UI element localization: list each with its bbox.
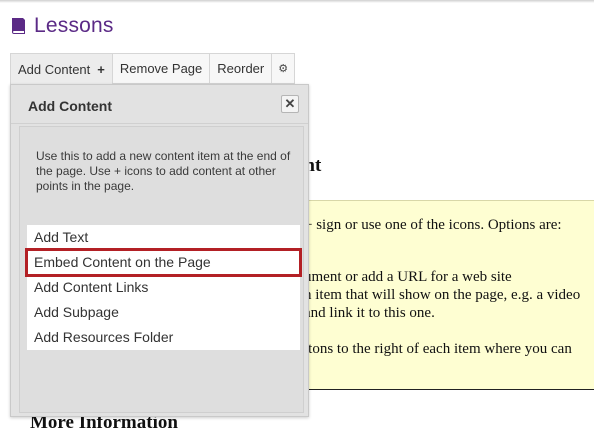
menu-item-add-content-links[interactable]: Add Content Links [27,275,300,300]
menu-item-add-text[interactable]: Add Text [27,225,300,250]
page-title: Lessons [34,14,114,37]
instructions-line: ument or add a URL for a web site [304,269,512,285]
instructions-line: and link it to this one. [304,305,435,321]
instructions-box: + sign or use one of the icons. Options … [280,200,594,390]
dialog-description: Use this to add a new content item at th… [36,149,291,193]
reorder-button[interactable]: Reorder [209,53,272,84]
lessons-toolbar: Add Content + Remove Page Reorder ⚙ [10,53,296,84]
book-icon [12,18,25,34]
plus-icon: + [97,61,105,77]
add-content-dialog: Add Content ✕ Use this to add a new cont… [10,84,309,417]
add-content-menu: Add Text Embed Content on the Page Add C… [25,225,302,350]
instructions-line: ttons to the right of each item where yo… [304,341,572,357]
close-button[interactable]: ✕ [281,95,299,113]
close-icon: ✕ [284,96,296,111]
dialog-title: Add Content [28,98,112,114]
add-content-label: Add Content [18,61,91,77]
add-content-button[interactable]: Add Content + [10,53,112,84]
settings-button[interactable]: ⚙ [271,53,296,84]
gear-icon: ⚙ [278,63,289,75]
menu-item-embed-content[interactable]: Embed Content on the Page [25,248,302,277]
dialog-divider [11,123,308,124]
instructions-line: + sign or use one of the icons. Options … [304,217,562,233]
menu-item-add-subpage[interactable]: Add Subpage [27,300,300,325]
page-header: Lessons [10,12,114,40]
instructions-line: n item that will show on the page, e.g. … [304,287,581,303]
remove-page-button[interactable]: Remove Page [111,53,210,84]
menu-item-add-resources-folder[interactable]: Add Resources Folder [27,325,300,350]
